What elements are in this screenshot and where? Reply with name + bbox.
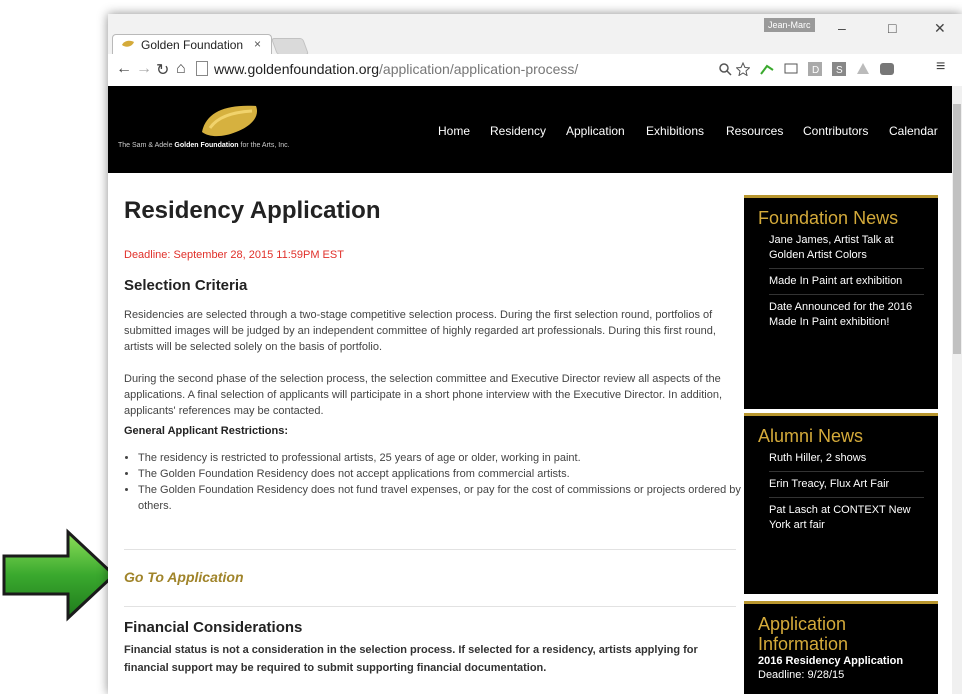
back-icon[interactable]: ←	[116, 60, 132, 78]
alumni-news-title: Alumni News	[758, 426, 864, 446]
page-title: Residency Application	[124, 197, 381, 224]
browser-toolbar: ← → ↻ ⌂ www.goldenfoundation.org/applica…	[108, 54, 962, 87]
zoom-icon[interactable]	[718, 62, 732, 76]
page-viewport: The Sam & Adele Golden Foundation for th…	[108, 86, 952, 694]
go-to-application-link[interactable]: Go To Application	[124, 569, 244, 585]
application-info-line[interactable]: 2016 Residency Application	[758, 654, 938, 668]
scrollbar-thumb[interactable]	[953, 104, 961, 354]
tab-golden-foundation[interactable]: Golden Foundation ×	[112, 34, 272, 55]
menu-icon[interactable]: ≡	[936, 58, 945, 76]
nav-home[interactable]: Home	[438, 124, 470, 138]
foundation-news-item[interactable]: Date Announced for the 2016 Made In Pain…	[769, 295, 924, 335]
url-path: /application/application-process/	[379, 61, 579, 77]
extension-d-icon[interactable]: D	[808, 62, 822, 76]
alumni-news-item[interactable]: Ruth Hiller, 2 shows	[769, 446, 924, 472]
extension-s-icon[interactable]: S	[832, 62, 846, 76]
cast-icon[interactable]	[784, 62, 798, 76]
application-deadline: Deadline: 9/28/15	[758, 669, 845, 681]
url-domain: www.goldenfoundation.org	[214, 61, 380, 77]
nav-application[interactable]: Application	[566, 124, 625, 138]
selection-paragraph-1: Residencies are selected through a two-s…	[124, 309, 716, 353]
page-icon	[196, 61, 208, 76]
foundation-news-item[interactable]: Made In Paint art exhibition	[769, 269, 924, 295]
logo-text[interactable]: The Sam & Adele Golden Foundation for th…	[118, 142, 290, 149]
maximize-button[interactable]: □	[888, 20, 896, 36]
alumni-news-item[interactable]: Erin Treacy, Flux Art Fair	[769, 472, 924, 498]
close-window-button[interactable]: ✕	[934, 20, 946, 37]
main-navigation: Home Residency Application Exhibitions R…	[108, 124, 952, 138]
selection-criteria-heading: Selection Criteria	[124, 277, 248, 294]
selection-paragraph-2: During the second phase of the selection…	[124, 373, 722, 417]
restrictions-heading: General Applicant Restrictions:	[124, 425, 289, 437]
alumni-news-item[interactable]: Pat Lasch at CONTEXT New York art fair	[769, 498, 924, 538]
extension-arrow-icon[interactable]	[760, 62, 774, 76]
foundation-news-panel: Foundation News Jane James, Artist Talk …	[744, 195, 938, 409]
logo-text-bold: Golden Foundation	[174, 142, 239, 149]
logo-text-post: for the Arts, Inc.	[238, 142, 290, 149]
home-icon[interactable]: ⌂	[176, 60, 186, 78]
favicon-icon	[122, 40, 134, 47]
scrollbar[interactable]	[952, 86, 962, 694]
alumni-news-panel: Alumni News Ruth Hiller, 2 shows Erin Tr…	[744, 413, 938, 594]
minimize-button[interactable]: –	[838, 20, 846, 36]
green-arrow-icon	[2, 528, 117, 622]
nav-calendar[interactable]: Calendar	[889, 124, 938, 138]
profile-badge[interactable]: Jean-Marc	[764, 18, 815, 32]
divider	[124, 549, 736, 550]
divider	[124, 606, 736, 607]
title-bar: Golden Foundation × Jean-Marc – □ ✕	[108, 14, 962, 55]
site-header: The Sam & Adele Golden Foundation for th…	[108, 86, 952, 173]
drive-icon[interactable]	[856, 62, 870, 76]
financial-heading: Financial Considerations	[124, 619, 303, 636]
foundation-news-item[interactable]: Jane James, Artist Talk at Golden Artist…	[769, 228, 924, 269]
browser-window: Golden Foundation × Jean-Marc – □ ✕ ← → …	[108, 14, 962, 694]
new-tab-button[interactable]	[270, 38, 310, 55]
tab-close-icon[interactable]: ×	[254, 37, 261, 51]
main-content: Residency Application Deadline: Septembe…	[124, 173, 741, 694]
financial-text: Financial status is not a consideration …	[124, 644, 698, 674]
forward-icon[interactable]: →	[136, 60, 152, 78]
application-info-title: Application Information	[758, 614, 849, 654]
reload-icon[interactable]: ↻	[156, 60, 169, 80]
svg-text:S: S	[836, 65, 843, 76]
list-item: The residency is restricted to professio…	[138, 450, 750, 466]
star-icon[interactable]	[736, 62, 750, 76]
svg-text:D: D	[812, 65, 819, 76]
list-item: The Golden Foundation Residency does not…	[138, 482, 750, 514]
logo-text-pre: The Sam & Adele	[118, 142, 175, 149]
nav-exhibitions[interactable]: Exhibitions	[646, 124, 704, 138]
nav-residency[interactable]: Residency	[490, 124, 546, 138]
tab-title: Golden Foundation	[141, 38, 244, 52]
application-info-panel: Application Information 2016 Residency A…	[744, 601, 938, 694]
address-bar[interactable]: www.goldenfoundation.org/application/app…	[196, 58, 708, 80]
nav-contributors[interactable]: Contributors	[803, 124, 868, 138]
restrictions-list: The residency is restricted to professio…	[124, 450, 750, 514]
list-item: The Golden Foundation Residency does not…	[138, 466, 750, 482]
foundation-news-title: Foundation News	[758, 208, 899, 228]
pocket-icon[interactable]	[880, 62, 894, 76]
nav-resources[interactable]: Resources	[726, 124, 783, 138]
deadline-text: Deadline: September 28, 2015 11:59PM EST	[124, 249, 344, 261]
